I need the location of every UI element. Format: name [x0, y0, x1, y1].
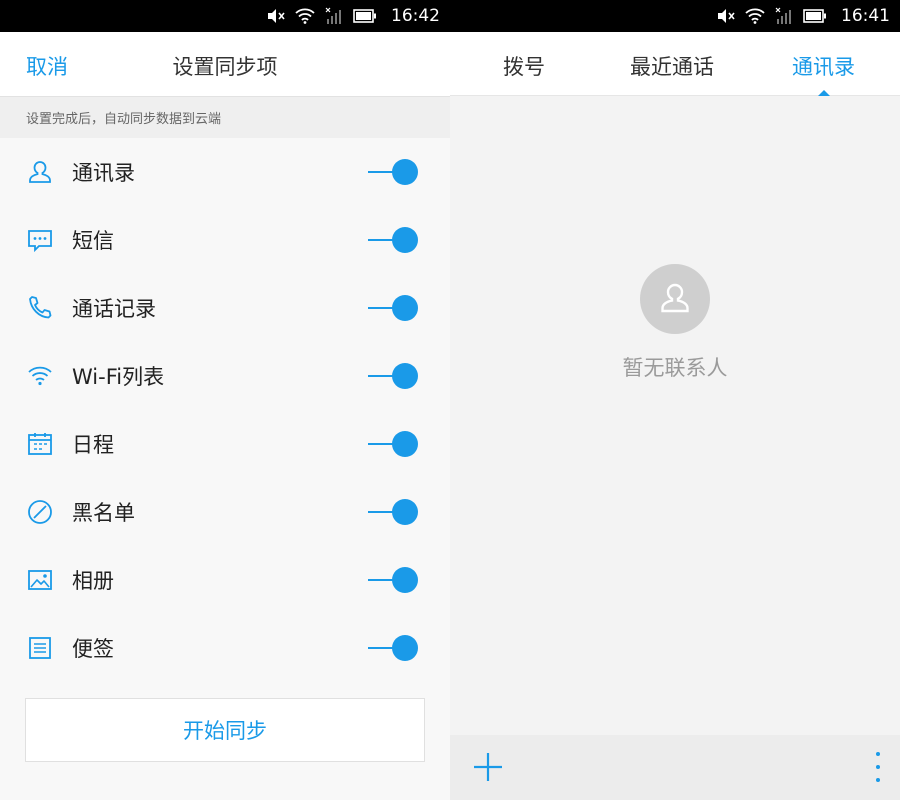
calendar-toggle[interactable]	[368, 430, 418, 458]
sync-item-contacts[interactable]: 通讯录	[0, 138, 450, 206]
mute-icon	[268, 9, 285, 23]
more-dot-icon	[876, 765, 880, 769]
tab-contacts[interactable]: 通讯录	[792, 51, 855, 81]
block-icon	[26, 498, 54, 526]
start-sync-button[interactable]: 开始同步	[25, 698, 425, 762]
blacklist-toggle[interactable]	[368, 498, 418, 526]
sync-settings-screen: 16:42 取消 设置同步项 设置完成后，自动同步数据到云端 通讯录 短信 通话…	[0, 0, 450, 800]
mute-icon	[718, 9, 735, 23]
signal-icon	[325, 7, 341, 24]
sync-item-label: Wi-Fi列表	[72, 365, 165, 389]
wifi-toggle[interactable]	[368, 362, 418, 390]
header: 取消 设置同步项	[0, 32, 450, 96]
message-icon	[26, 226, 54, 254]
plus-icon	[474, 753, 502, 781]
wifi-status-icon	[745, 8, 765, 24]
sync-item-call-log[interactable]: 通话记录	[0, 274, 450, 342]
sync-item-label: 便签	[72, 637, 114, 661]
empty-contacts-text: 暂无联系人	[622, 356, 728, 380]
photo-icon	[26, 566, 54, 594]
sync-item-notes[interactable]: 便签	[0, 614, 450, 682]
battery-icon	[353, 9, 376, 23]
more-dot-icon	[876, 752, 880, 756]
screens: 16:42 取消 设置同步项 设置完成后，自动同步数据到云端 通讯录 短信 通话…	[0, 0, 900, 800]
note-icon	[26, 634, 54, 662]
sync-item-label: 日程	[72, 433, 114, 457]
page-title: 设置同步项	[172, 55, 278, 79]
status-bar: 16:41	[450, 0, 900, 32]
sync-item-label: 黑名单	[72, 501, 135, 525]
tab-bar: 拨号 最近通话 通讯录	[450, 32, 900, 96]
phone-icon	[26, 294, 54, 322]
sync-item-calendar[interactable]: 日程	[0, 410, 450, 478]
contact-icon	[26, 158, 54, 186]
tab-recent-calls[interactable]: 最近通话	[630, 51, 714, 81]
more-options-button[interactable]	[870, 749, 886, 785]
contacts-screen: 16:41 拨号 最近通话 通讯录 暂无联系人	[450, 0, 900, 800]
calendar-icon	[26, 430, 54, 458]
sync-item-list: 通讯录 短信 通话记录 Wi-Fi列表 日程 黑名单 相册 便签	[0, 138, 450, 682]
add-contact-button[interactable]	[470, 749, 506, 785]
sync-item-wifi[interactable]: Wi-Fi列表	[0, 342, 450, 410]
tab-dialer[interactable]: 拨号	[503, 51, 545, 81]
status-bar: 16:42	[0, 0, 450, 32]
wifi-icon	[26, 362, 54, 390]
more-dot-icon	[876, 778, 880, 782]
sync-item-blacklist[interactable]: 黑名单	[0, 478, 450, 546]
status-time: 16:41	[841, 6, 890, 26]
sync-item-label: 短信	[72, 229, 114, 253]
wifi-status-icon	[295, 8, 315, 24]
battery-icon	[803, 9, 826, 23]
bottom-toolbar	[450, 735, 900, 800]
sync-item-label: 通讯录	[72, 161, 135, 185]
status-time: 16:42	[391, 6, 440, 26]
notes-toggle[interactable]	[368, 634, 418, 662]
empty-contacts-avatar	[640, 264, 710, 334]
sync-item-label: 通话记录	[72, 297, 156, 321]
person-icon	[661, 283, 689, 313]
sync-hint: 设置完成后，自动同步数据到云端	[0, 96, 450, 138]
active-tab-indicator	[818, 90, 830, 96]
sync-item-label: 相册	[72, 569, 114, 593]
sync-item-album[interactable]: 相册	[0, 546, 450, 614]
sync-item-messages[interactable]: 短信	[0, 206, 450, 274]
contacts-toggle[interactable]	[368, 158, 418, 186]
signal-icon	[775, 7, 791, 24]
call-log-toggle[interactable]	[368, 294, 418, 322]
messages-toggle[interactable]	[368, 226, 418, 254]
album-toggle[interactable]	[368, 566, 418, 594]
